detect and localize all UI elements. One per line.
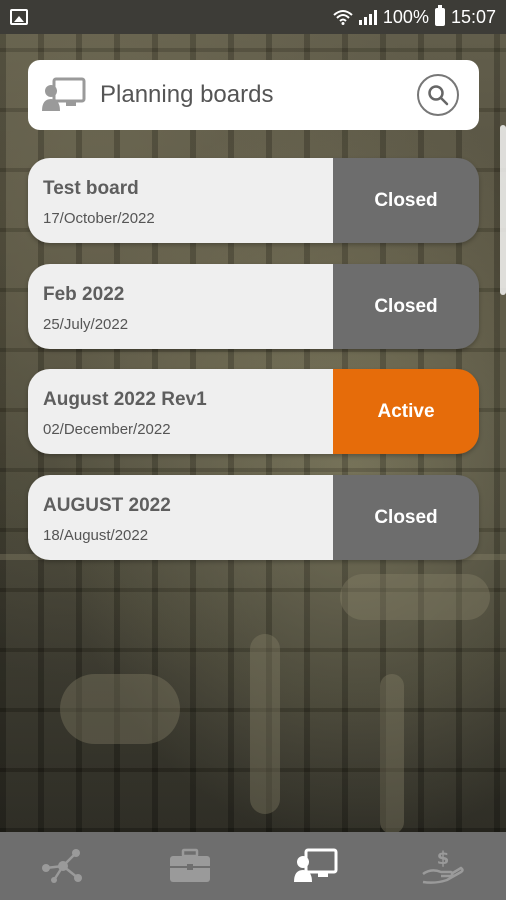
board-info: August 2022 Rev1 02/December/2022 [28, 369, 333, 454]
battery-percent: 100% [382, 6, 429, 27]
board-status-badge[interactable]: Closed [333, 264, 479, 349]
board-card[interactable]: AUGUST 2022 18/August/2022 Closed [28, 475, 479, 560]
battery-icon [434, 5, 445, 26]
image-notification-icon [10, 9, 28, 25]
briefcase-icon [169, 848, 210, 882]
nav-item-planning-boards[interactable] [286, 841, 346, 891]
scrollbar[interactable] [500, 125, 506, 295]
board-date: 02/December/2022 [43, 421, 171, 438]
svg-text:$: $ [436, 848, 449, 869]
money-hand-icon: $ [422, 848, 464, 884]
nav-item-network[interactable] [33, 841, 93, 891]
clock: 15:07 [450, 6, 496, 27]
nav-item-finance[interactable]: $ [413, 841, 473, 891]
board-name: Test board [43, 178, 139, 199]
board-name: August 2022 Rev1 [43, 389, 207, 410]
board-info: Feb 2022 25/July/2022 [28, 264, 333, 349]
board-status-badge[interactable]: Closed [333, 475, 479, 560]
search-icon [428, 85, 449, 106]
wifi-icon [333, 10, 353, 25]
board-status-badge[interactable]: Active [333, 369, 479, 454]
board-card[interactable]: Test board 17/October/2022 Closed [28, 158, 479, 243]
board-name: Feb 2022 [43, 284, 125, 305]
nav-item-briefcase[interactable] [160, 841, 220, 891]
signal-icon [358, 9, 377, 25]
search-button[interactable] [417, 74, 459, 116]
board-info: AUGUST 2022 18/August/2022 [28, 475, 333, 560]
board-name: AUGUST 2022 [43, 495, 171, 516]
header-card: Planning boards [28, 60, 479, 130]
network-icon [42, 849, 83, 883]
board-card[interactable]: August 2022 Rev1 02/December/2022 Active [28, 369, 479, 454]
planning-board-icon [294, 848, 338, 882]
board-status-badge[interactable]: Closed [333, 158, 479, 243]
board-date: 18/August/2022 [43, 527, 149, 544]
board-date: 25/July/2022 [43, 316, 129, 333]
bottom-navigation: $ [0, 832, 506, 900]
planning-board-icon [42, 77, 86, 111]
board-info: Test board 17/October/2022 [28, 158, 333, 243]
status-bar: 100% 15:07 [0, 0, 506, 34]
page-title: Planning boards [100, 81, 274, 108]
board-card[interactable]: Feb 2022 25/July/2022 Closed [28, 264, 479, 349]
board-date: 17/October/2022 [43, 210, 155, 227]
